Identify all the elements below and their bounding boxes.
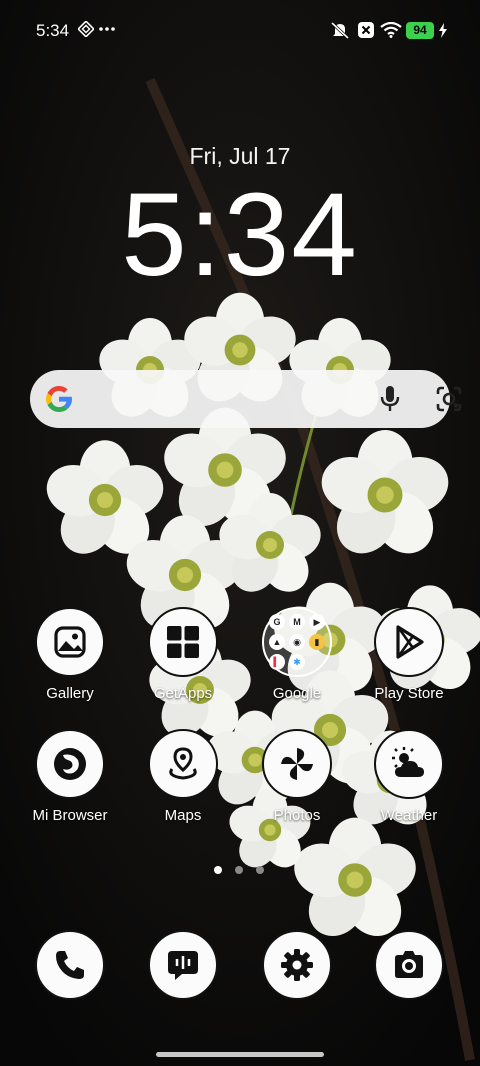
mini-app-icon: ▶ <box>309 614 325 630</box>
app-label: Google <box>272 685 322 702</box>
app-gallery[interactable]: Gallery <box>15 607 125 702</box>
status-time: 5:34 <box>36 21 70 40</box>
messages-icon <box>148 930 218 1000</box>
photos-icon <box>262 729 332 799</box>
lockscreen-clock: 5:34 <box>121 169 359 301</box>
lens-icon[interactable] <box>434 384 464 414</box>
google-logo-icon <box>46 386 72 412</box>
dock-messages[interactable] <box>128 930 238 1000</box>
folder-google[interactable]: G M ▶ ▲ ◉ ▮ ▍ ✱ Google <box>242 607 352 702</box>
mi-browser-icon <box>35 729 105 799</box>
mini-app-icon: ▍ <box>269 654 285 670</box>
mic-icon[interactable] <box>376 384 404 414</box>
mini-app-icon: M <box>289 614 305 630</box>
google-folder-icon: G M ▶ ▲ ◉ ▮ ▍ ✱ <box>262 607 332 677</box>
app-maps[interactable]: Maps <box>128 729 238 824</box>
app-getapps[interactable]: GetApps <box>128 607 238 702</box>
app-label: Weather <box>380 807 438 824</box>
app-label: Photos <box>273 807 321 824</box>
dock-phone[interactable] <box>15 930 125 1000</box>
mini-app-icon: ✱ <box>289 654 305 670</box>
gallery-icon <box>35 607 105 677</box>
page-dot[interactable] <box>235 866 243 874</box>
battery-indicator: 94 <box>406 22 434 39</box>
app-mi-browser[interactable]: Mi Browser <box>15 729 125 824</box>
weather-icon <box>374 729 444 799</box>
app-notification-icon <box>78 21 94 37</box>
mini-app-icon: ▮ <box>309 634 325 650</box>
settings-icon <box>262 930 332 1000</box>
home-indicator[interactable] <box>156 1052 324 1057</box>
play-store-icon <box>374 607 444 677</box>
app-label: Gallery <box>46 685 94 702</box>
silent-mode-icon <box>330 21 350 39</box>
lockscreen-date: Fri, Jul 17 <box>189 143 291 169</box>
camera-icon <box>374 930 444 1000</box>
status-bar: 5:34 94 <box>0 0 480 62</box>
app-weather[interactable]: Weather <box>354 729 464 824</box>
dock-camera[interactable] <box>354 930 464 1000</box>
mini-app-icon: ◉ <box>289 634 305 650</box>
mini-app-icon: G <box>269 614 285 630</box>
app-label: Maps <box>164 807 202 824</box>
app-play-store[interactable]: Play Store <box>354 607 464 702</box>
app-label: Play Store <box>374 685 444 702</box>
sim-off-icon <box>358 22 374 38</box>
google-search-bar[interactable] <box>30 370 462 428</box>
dock-settings[interactable] <box>242 930 352 1000</box>
more-notifications-icon <box>99 27 115 31</box>
wifi-icon <box>380 22 402 38</box>
page-dot[interactable] <box>256 866 264 874</box>
app-photos[interactable]: Photos <box>242 729 352 824</box>
app-label: GetApps <box>153 685 213 702</box>
getapps-icon <box>148 607 218 677</box>
page-dot-active[interactable] <box>214 866 222 874</box>
maps-icon <box>148 729 218 799</box>
charging-icon <box>439 23 447 38</box>
mini-app-icon <box>309 654 325 670</box>
mini-app-icon: ▲ <box>269 634 285 650</box>
app-label: Mi Browser <box>32 807 108 824</box>
phone-icon <box>35 930 105 1000</box>
